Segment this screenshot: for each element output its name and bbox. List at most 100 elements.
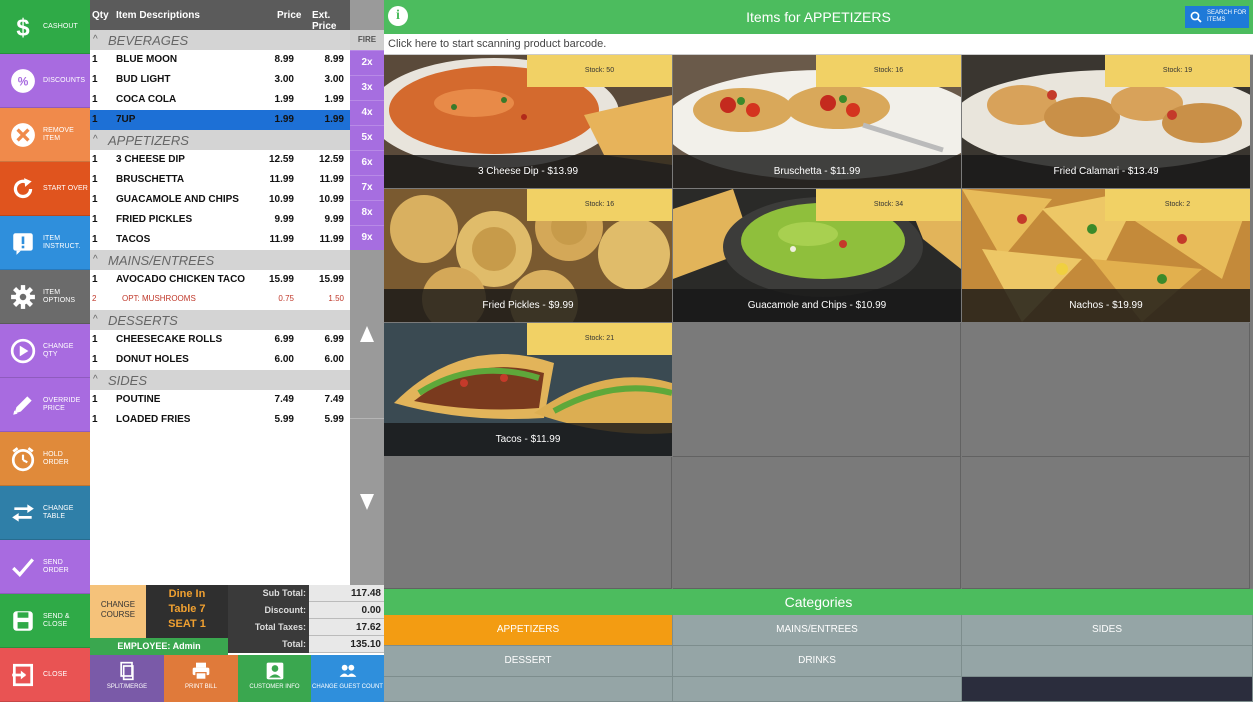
scroll-up-button[interactable] <box>350 250 384 418</box>
customer-info-button[interactable]: CUSTOMER INFO <box>238 655 311 702</box>
table-label: Table 7 <box>168 603 206 615</box>
product-tile-pickles[interactable]: Stock: 16 Fried Pickles - $9.99 <box>384 189 672 322</box>
order-item-row[interactable]: 1 7UP 1.99 1.99 <box>90 110 350 130</box>
svg-text:$: $ <box>16 14 29 39</box>
search-items-button[interactable]: SEARCH FOR ITEMS <box>1185 6 1249 28</box>
action-remove-item-button[interactable]: REMOVE ITEM <box>0 108 90 162</box>
qty-header: Qty <box>92 10 109 21</box>
order-item-row[interactable]: 1 GUACAMOLE AND CHIPS 10.99 10.99 <box>90 190 350 210</box>
svg-text:%: % <box>18 74 29 88</box>
action-hold-order-button[interactable]: HOLD ORDER <box>0 432 90 486</box>
collapse-caret-icon[interactable]: ^ <box>93 34 98 45</box>
print-bill-button[interactable]: PRINT BILL <box>164 655 238 702</box>
dollar-icon: $ <box>9 13 37 41</box>
action-close-button[interactable]: CLOSE <box>0 648 90 702</box>
order-option-row[interactable]: 2 OPT: MUSHROOMS 0.75 1.50 <box>90 290 350 310</box>
collapse-caret-icon[interactable]: ^ <box>93 314 98 325</box>
action-label: ITEM OPTIONS <box>43 288 76 304</box>
order-item-row[interactable]: 1 BLUE MOON 8.99 8.99 <box>90 50 350 70</box>
order-category-header[interactable]: ^ DESSERTS <box>90 310 350 330</box>
collapse-caret-icon[interactable]: ^ <box>93 254 98 265</box>
change-guest-count-button[interactable]: CHANGE GUEST COUNT <box>311 655 384 702</box>
collapse-caret-icon[interactable]: ^ <box>93 374 98 385</box>
action-discounts-button[interactable]: % DISCOUNTS <box>0 54 90 108</box>
product-tile-guac[interactable]: Stock: 34 Guacamole and Chips - $10.99 <box>673 189 961 322</box>
order-item-row[interactable]: 1 LOADED FRIES 5.99 5.99 <box>90 410 350 430</box>
barcode-scan-field[interactable]: Click here to start scanning product bar… <box>384 34 1253 55</box>
order-item-row[interactable]: 1 AVOCADO CHICKEN TACO 15.99 15.99 <box>90 270 350 290</box>
dine-info: Dine In Table 7 SEAT 1 <box>146 585 228 638</box>
action-item-options-button[interactable]: ITEM OPTIONS <box>0 270 90 324</box>
scroll-down-button[interactable] <box>350 418 384 585</box>
item-ext-price: 11.99 <box>319 234 344 245</box>
action-label: SEND ORDER <box>43 558 69 574</box>
action-override-price-button[interactable]: OVERRIDE PRICE <box>0 378 90 432</box>
order-item-row[interactable]: 1 DONUT HOLES 6.00 6.00 <box>90 350 350 370</box>
stock-badge: Stock: 16 <box>527 189 672 221</box>
order-item-row[interactable]: 1 BRUSCHETTA 11.99 11.99 <box>90 170 350 190</box>
action-change-table-button[interactable]: CHANGE TABLE <box>0 486 90 540</box>
product-caption: Tacos - $11.99 <box>384 423 672 456</box>
item-ext-price: 6.99 <box>324 334 344 345</box>
category-sides-button[interactable]: SIDES <box>962 615 1253 646</box>
action-label: HOLD ORDER <box>43 450 69 466</box>
bottom-button-label: PRINT BILL <box>185 684 217 690</box>
multiplier-4x-button[interactable]: 4x <box>350 100 384 125</box>
multiplier-3x-button[interactable]: 3x <box>350 75 384 100</box>
product-caption: Fried Pickles - $9.99 <box>384 289 672 322</box>
multiplier-7x-button[interactable]: 7x <box>350 175 384 200</box>
fire-button[interactable]: FIRE <box>350 30 384 50</box>
empty-product-slot <box>962 457 1250 589</box>
action-send-order-button[interactable]: SEND ORDER <box>0 540 90 594</box>
percent-icon: % <box>9 67 37 95</box>
product-tile-calamari[interactable]: Stock: 19 Fried Calamari - $13.49 <box>962 55 1250 188</box>
action-cashout-button[interactable]: $ CASHOUT <box>0 0 90 54</box>
item-qty: 1 <box>92 414 98 425</box>
product-tile-bruschetta[interactable]: Stock: 16 Bruschetta - $11.99 <box>673 55 961 188</box>
category-mains-entrees-button[interactable]: MAINS/ENTREES <box>673 615 962 646</box>
employee-label: EMPLOYEE: Admin <box>90 638 228 655</box>
order-category-header[interactable]: ^ APPETIZERS <box>90 130 350 150</box>
stock-badge: Stock: 50 <box>527 55 672 87</box>
restart-icon <box>9 175 37 203</box>
order-item-row[interactable]: 1 FRIED PICKLES 9.99 9.99 <box>90 210 350 230</box>
order-category-header[interactable]: ^ MAINS/ENTREES <box>90 250 350 270</box>
item-description: CHEESECAKE ROLLS <box>116 334 223 345</box>
product-tile-tacos[interactable]: Stock: 21 Tacos - $11.99 <box>384 323 672 456</box>
item-qty: 1 <box>92 214 98 225</box>
order-item-row[interactable]: 1 3 CHEESE DIP 12.59 12.59 <box>90 150 350 170</box>
multiplier-2x-button[interactable]: 2x <box>350 50 384 75</box>
item-price: 8.99 <box>274 54 294 65</box>
order-category-header[interactable]: ^ SIDES <box>90 370 350 390</box>
action-change-qty-button[interactable]: CHANGE QTY <box>0 324 90 378</box>
multiplier-9x-button[interactable]: 9x <box>350 225 384 250</box>
order-item-row[interactable]: 1 COCA COLA 1.99 1.99 <box>90 90 350 110</box>
info-icon[interactable]: i <box>388 6 408 26</box>
category-drinks-button[interactable]: DRINKS <box>673 646 962 677</box>
product-tile-dip[interactable]: Stock: 50 3 Cheese Dip - $13.99 <box>384 55 672 188</box>
order-item-row[interactable]: 1 TACOS 11.99 11.99 <box>90 230 350 250</box>
product-tile-nachos[interactable]: Stock: 2 Nachos - $19.99 <box>962 189 1250 322</box>
order-item-row[interactable]: 1 CHEESECAKE ROLLS 6.99 6.99 <box>90 330 350 350</box>
action-send-close-button[interactable]: SEND & CLOSE <box>0 594 90 648</box>
item-qty: 1 <box>92 94 98 105</box>
item-description: OPT: MUSHROOMS <box>122 294 196 303</box>
search-items-label: SEARCH FOR ITEMS <box>1207 10 1247 23</box>
change-course-button[interactable]: CHANGE COURSE <box>90 585 146 638</box>
order-item-row[interactable]: 1 BUD LIGHT 3.00 3.00 <box>90 70 350 90</box>
category-dessert-button[interactable]: DESSERT <box>384 646 673 677</box>
order-item-row[interactable]: 1 POUTINE 7.49 7.49 <box>90 390 350 410</box>
multiplier-8x-button[interactable]: 8x <box>350 200 384 225</box>
split-merge-button[interactable]: SPLIT/MERGE <box>90 655 164 702</box>
action-item-instruct-button[interactable]: ITEM INSTRUCT. <box>0 216 90 270</box>
multiplier-6x-button[interactable]: 6x <box>350 150 384 175</box>
multiplier-5x-button[interactable]: 5x <box>350 125 384 150</box>
bottom-button-label: CUSTOMER INFO <box>249 684 300 690</box>
action-start-over-button[interactable]: START OVER <box>0 162 90 216</box>
product-caption: 3 Cheese Dip - $13.99 <box>384 155 672 188</box>
discount-row: Discount: 0.00 <box>228 602 384 619</box>
category-appetizers-button[interactable]: APPETIZERS <box>384 615 673 646</box>
discount-value: 0.00 <box>309 602 384 619</box>
order-category-header[interactable]: ^ BEVERAGES <box>90 30 350 50</box>
collapse-caret-icon[interactable]: ^ <box>93 134 98 145</box>
